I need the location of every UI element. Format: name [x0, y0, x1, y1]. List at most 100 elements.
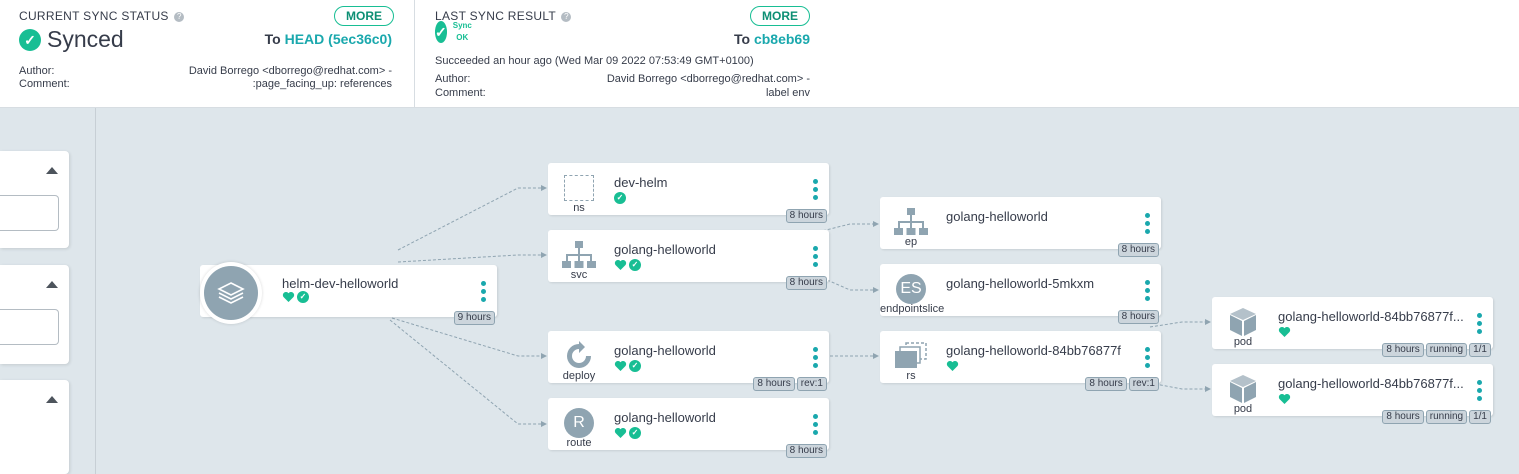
node-status [1278, 326, 1291, 338]
replicaset-icon [890, 341, 932, 371]
kebab-menu-icon[interactable] [813, 179, 818, 200]
endpointslice-letter-icon: ES [896, 274, 926, 304]
node-tags: 8 hours running 1/1 [1382, 410, 1491, 424]
node-name: dev-helm [614, 175, 668, 190]
node-name: golang-helloworld [614, 410, 716, 425]
phase-tag: running [1425, 410, 1468, 424]
edge [1149, 382, 1211, 392]
heart-icon [1278, 326, 1291, 337]
kebab-menu-icon[interactable] [813, 347, 818, 368]
age-tag: 8 hours [1382, 410, 1424, 424]
node-tags: 8 hours [785, 209, 827, 223]
age-tag: 9 hours [453, 311, 495, 325]
refresh-icon [558, 341, 600, 371]
age-tag: 8 hours [1117, 310, 1159, 324]
age-tag: 8 hours [785, 209, 827, 223]
node-status: ✓ [614, 259, 641, 271]
node-status [1278, 393, 1291, 405]
node-kind: endpointslice [880, 303, 945, 315]
kebab-menu-icon[interactable] [1145, 280, 1150, 301]
node-icon: ES [890, 274, 932, 304]
node-name: golang-helloworld-5mkxm [946, 276, 1095, 291]
pod-node[interactable]: pod golang-helloworld-84bb76877f... 8 ho… [1212, 364, 1493, 424]
node-tags: 8 hours [785, 444, 827, 458]
endpointslice-node[interactable]: ES endpointslice golang-helloworld-5mkxm… [880, 264, 1161, 324]
edge [397, 185, 547, 251]
node-name: golang-helloworld [946, 209, 1048, 224]
node-kind: pod [1233, 336, 1253, 348]
check-circle-icon: ✓ [297, 291, 309, 303]
deploy-node[interactable]: deploy golang-helloworld ✓ 8 hours rev:1 [548, 331, 829, 391]
edge [1149, 319, 1211, 328]
kebab-menu-icon[interactable] [813, 246, 818, 267]
age-tag: 8 hours [1085, 377, 1127, 391]
node-tags: 9 hours [453, 311, 495, 325]
node-name: helm-dev-helloworld [282, 276, 399, 291]
node-kind: rs [906, 370, 916, 382]
node-name: golang-helloworld [614, 343, 716, 358]
node-status: ✓ [282, 291, 309, 303]
ep-node[interactable]: ep golang-helloworld 8 hours [880, 197, 1161, 257]
node-icon: R [558, 408, 600, 438]
edge [389, 319, 547, 427]
check-circle-icon: ✓ [629, 259, 641, 271]
age-tag: 8 hours [785, 444, 827, 458]
cube-icon [1222, 374, 1264, 404]
node-tags: 8 hours [1117, 243, 1159, 257]
node-name: golang-helloworld-84bb76877f [946, 343, 1121, 358]
kebab-menu-icon[interactable] [1477, 313, 1482, 334]
node-tags: 8 hours rev:1 [753, 377, 827, 391]
pod-node[interactable]: pod golang-helloworld-84bb76877f... 8 ho… [1212, 297, 1493, 357]
revision-tag: rev:1 [1128, 377, 1159, 391]
ready-tag: 1/1 [1469, 410, 1491, 424]
heart-icon [282, 291, 295, 302]
phase-tag: running [1425, 343, 1468, 357]
edge [397, 252, 547, 263]
app-node[interactable]: helm-dev-helloworld ✓ 9 hours [200, 262, 497, 325]
heart-icon [614, 360, 627, 371]
check-circle-icon: ✓ [629, 427, 641, 439]
route-node[interactable]: R route golang-helloworld ✓ 8 hours [548, 398, 829, 458]
node-tags: 8 hours rev:1 [1085, 377, 1159, 391]
ns-node[interactable]: ns dev-helm ✓ 8 hours [548, 163, 829, 223]
svc-node[interactable]: svc golang-helloworld ✓ 8 hours [548, 230, 829, 290]
kebab-menu-icon[interactable] [1477, 380, 1482, 401]
heart-icon [946, 360, 959, 371]
layers-icon [200, 262, 262, 324]
heart-icon [614, 259, 627, 270]
node-kind: deploy [562, 370, 596, 382]
kebab-menu-icon[interactable] [1145, 347, 1150, 368]
age-tag: 8 hours [753, 377, 795, 391]
age-tag: 8 hours [1117, 243, 1159, 257]
kebab-menu-icon[interactable] [813, 414, 818, 435]
kebab-menu-icon[interactable] [481, 281, 486, 302]
age-tag: 8 hours [1382, 343, 1424, 357]
node-status: ✓ [614, 427, 641, 439]
heart-icon [614, 427, 627, 438]
route-letter-icon: R [564, 408, 594, 438]
rs-node[interactable]: rs golang-helloworld-84bb76877f 8 hours … [880, 331, 1161, 391]
check-circle-icon: ✓ [629, 360, 641, 372]
node-kind: route [566, 437, 592, 449]
node-name: golang-helloworld-84bb76877f... [1278, 376, 1464, 391]
heart-icon [1278, 393, 1291, 404]
kebab-menu-icon[interactable] [1145, 213, 1150, 234]
check-circle-icon: ✓ [614, 192, 626, 204]
namespace-icon [558, 173, 600, 203]
node-status: ✓ [614, 360, 641, 372]
node-tags: 8 hours [785, 276, 827, 290]
node-kind: svc [570, 269, 588, 281]
network-icon [558, 240, 600, 270]
revision-tag: rev:1 [796, 377, 827, 391]
node-status [946, 360, 959, 372]
node-kind: ns [573, 202, 585, 214]
node-status: ✓ [614, 192, 626, 204]
node-kind: ep [904, 236, 918, 248]
node-name: golang-helloworld [614, 242, 716, 257]
node-tags: 8 hours [1117, 310, 1159, 324]
cube-icon [1222, 307, 1264, 337]
node-name: golang-helloworld-84bb76877f... [1278, 309, 1464, 324]
network-icon [890, 207, 932, 237]
age-tag: 8 hours [785, 276, 827, 290]
node-tags: 8 hours running 1/1 [1382, 343, 1491, 357]
